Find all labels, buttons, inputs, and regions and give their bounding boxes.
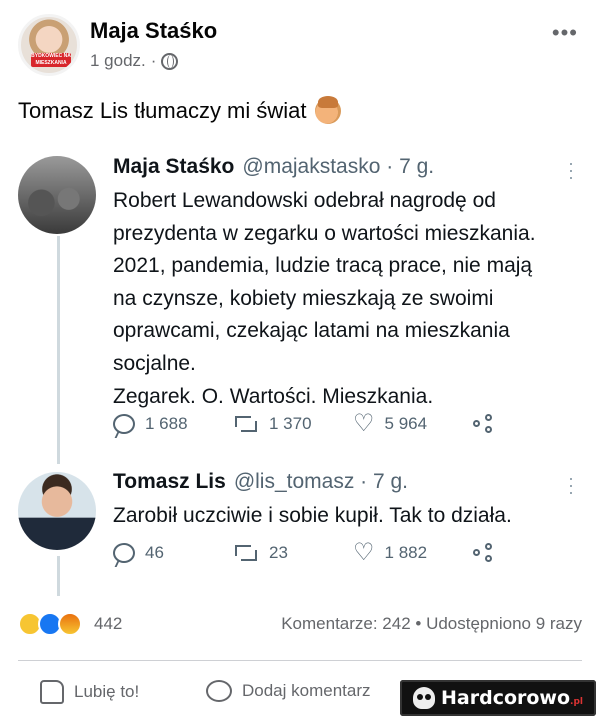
skull-icon <box>413 687 435 709</box>
tweet-line: na czynsze, kobiety mieszkają ze swoimi <box>113 286 494 310</box>
reply-button[interactable]: 1 688 <box>113 414 233 434</box>
reply-count: 1 688 <box>145 414 188 433</box>
like-count: 1 882 <box>384 543 428 562</box>
angry-reaction-icon <box>58 612 82 636</box>
tweet-text: Robert Lewandowski odebrał nagrodę od pr… <box>113 185 583 413</box>
facepalm-emoji-icon <box>314 96 341 124</box>
post-header: BYDKOWIEC NA MIESZKANIA Maja Staśko 1 go… <box>18 14 582 78</box>
like-button[interactable]: ♡ 5 964 <box>353 410 473 437</box>
retweet-button[interactable]: 1 370 <box>233 414 353 434</box>
tweet-header: Tomasz Lis @lis_tomasz · 7 g. <box>113 470 408 494</box>
avatar-badge: BYDKOWIEC NA MIESZKANIA <box>31 53 71 67</box>
tweet-line: Zarobił uczciwie i sobie kupił. Tak to d… <box>113 504 512 527</box>
post-text: Tomasz Lis tłumaczy mi świat <box>18 96 341 124</box>
watermark-text: Hardcorowo.pl <box>441 687 583 709</box>
retweet-icon <box>233 543 259 563</box>
meta-separator: · <box>150 51 157 70</box>
heart-icon: ♡ <box>353 410 375 437</box>
share-button[interactable] <box>473 414 495 434</box>
reply-count: 46 <box>145 543 164 562</box>
like-post-label: Lubię to! <box>74 682 140 701</box>
share-icon <box>473 414 495 434</box>
heart-icon: ♡ <box>353 539 375 566</box>
author-name[interactable]: Maja Staśko <box>90 18 217 44</box>
tweet-line: Zegarek. O. Wartości. Mieszkania. <box>113 384 434 408</box>
retweet-button[interactable]: 23 <box>233 543 353 563</box>
watermark-logo: Hardcorowo.pl <box>400 680 596 716</box>
tweet-line: oprawcami, czekając latami na mieszkania <box>113 319 510 343</box>
post-stats[interactable]: Komentarze: 242 • Udostępniono 9 razy <box>281 614 582 634</box>
reactions-summary[interactable]: 442 <box>18 612 122 636</box>
reply-button[interactable]: 46 <box>113 543 233 563</box>
thread-connector <box>57 236 60 464</box>
divider <box>18 660 582 661</box>
tweet-avatar[interactable] <box>18 472 96 550</box>
comment-button[interactable]: Dodaj komentarz <box>206 680 371 702</box>
reply-icon <box>113 414 135 434</box>
retweet-icon <box>233 414 259 434</box>
tweet-actions: 1 688 1 370 ♡ 5 964 <box>113 410 495 437</box>
tweet-header: Maja Staśko @majakstasko · 7 g. <box>113 155 434 179</box>
like-button[interactable]: ♡ 1 882 <box>353 539 473 566</box>
share-icon <box>473 543 495 563</box>
retweet-count: 23 <box>269 543 288 562</box>
tweet-text: Zarobił uczciwie i sobie kupił. Tak to d… <box>113 500 583 533</box>
tweet-handle: @lis_tomasz · 7 g. <box>233 470 409 493</box>
globe-icon <box>161 52 179 70</box>
comment-label: Dodaj komentarz <box>242 681 371 700</box>
share-button[interactable] <box>473 543 495 563</box>
post-time[interactable]: 1 godz. <box>90 51 146 71</box>
tweet-author[interactable]: Tomasz Lis <box>113 470 226 494</box>
tweet-line: 2021, pandemia, ludzie tracą prace, nie … <box>113 254 533 278</box>
tweet-author[interactable]: Maja Staśko <box>113 155 234 179</box>
thumbs-up-icon <box>40 680 64 704</box>
author-avatar[interactable]: BYDKOWIEC NA MIESZKANIA <box>18 14 80 76</box>
reaction-count: 442 <box>94 614 123 633</box>
more-options-icon[interactable]: ••• <box>552 20 578 46</box>
reply-icon <box>113 543 135 563</box>
tweet-more-icon[interactable]: · · · <box>568 154 574 186</box>
tweet-line: prezydenta w zegarku o wartości mieszkan… <box>113 221 536 245</box>
like-post-button[interactable]: Lubię to! <box>40 680 139 704</box>
tweet-handle: @majakstasko · 7 g. <box>242 155 435 178</box>
tweet-more-icon[interactable]: · · · <box>568 469 574 501</box>
thread-connector <box>57 556 60 596</box>
post-caption: Tomasz Lis tłumaczy mi świat <box>18 98 307 123</box>
tweet-line: Robert Lewandowski odebrał nagrodę od <box>113 189 496 212</box>
retweet-count: 1 370 <box>269 414 312 433</box>
tweet-avatar[interactable] <box>18 156 96 234</box>
tweet-line: socjalne. <box>113 351 196 375</box>
post-meta: 1 godz. · <box>90 51 179 71</box>
like-count: 5 964 <box>384 414 428 433</box>
comment-icon <box>206 680 232 702</box>
tweet-actions: 46 23 ♡ 1 882 <box>113 539 495 566</box>
